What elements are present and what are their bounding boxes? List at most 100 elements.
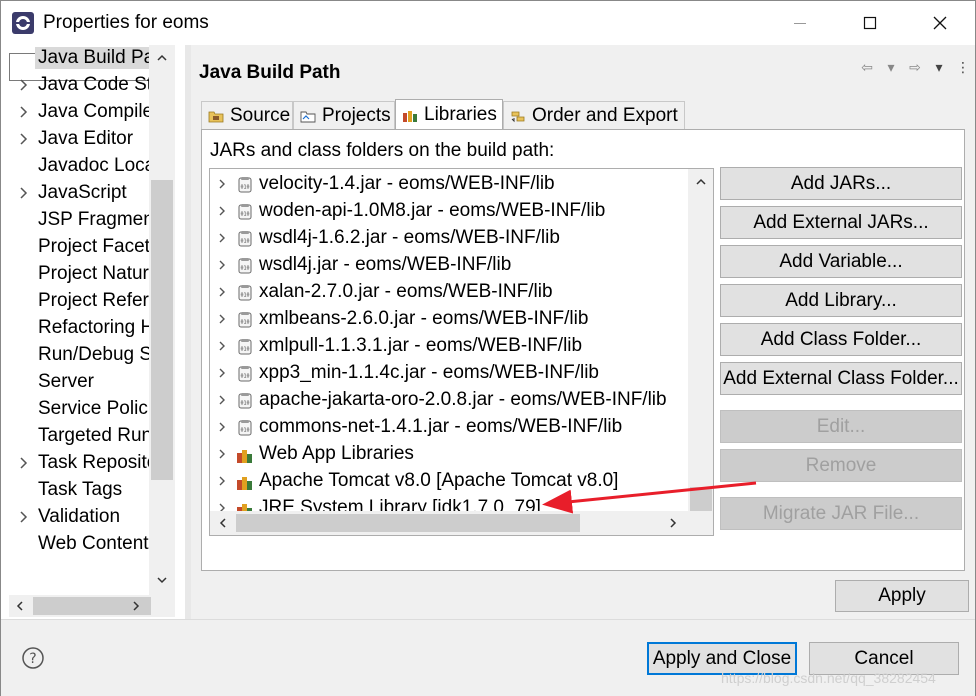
title-bar: Properties for eoms bbox=[1, 1, 975, 45]
sidebar-item[interactable]: Validation bbox=[9, 504, 151, 531]
entry-label: xmlpull-1.1.3.1.jar - eoms/WEB-INF/lib bbox=[259, 335, 583, 356]
close-icon bbox=[933, 16, 947, 30]
tab-projects[interactable]: Projects bbox=[293, 101, 395, 129]
jar-entry[interactable]: 010 apache-jakarta-oro-2.0.8.jar - eoms/W… bbox=[210, 387, 688, 414]
help-icon[interactable]: ? bbox=[21, 646, 45, 670]
scrollbar-thumb[interactable] bbox=[690, 487, 712, 511]
apply-button[interactable]: Apply bbox=[835, 580, 969, 612]
jar-entry[interactable]: 010 xmlpull-1.1.3.1.jar - eoms/WEB-INF/li… bbox=[210, 333, 688, 360]
jar-entry[interactable]: 010 xpp3_min-1.1.4c.jar - eoms/WEB-INF/li… bbox=[210, 360, 688, 387]
chevron-right-icon[interactable] bbox=[17, 456, 31, 470]
sidebar-item[interactable]: Javadoc Location bbox=[9, 153, 151, 180]
splitter-sash[interactable] bbox=[185, 45, 191, 619]
jar-entry[interactable]: 010 wsdl4j-1.6.2.jar - eoms/WEB-INF/lib bbox=[210, 225, 688, 252]
chevron-right-icon[interactable] bbox=[17, 105, 31, 119]
chevron-right-icon[interactable] bbox=[216, 475, 228, 487]
minimize-button[interactable] bbox=[765, 1, 835, 45]
libraries-horizontal-scrollbar[interactable] bbox=[210, 511, 688, 535]
sidebar-item[interactable]: Task Repository bbox=[9, 450, 151, 477]
sidebar-item[interactable]: Server bbox=[9, 369, 151, 396]
scrollbar-thumb[interactable] bbox=[236, 514, 580, 532]
chevron-right-icon[interactable] bbox=[216, 286, 228, 298]
sidebar-item-label: JavaScript bbox=[38, 182, 127, 203]
sidebar-item[interactable]: Task Tags bbox=[9, 477, 151, 504]
chevron-up-icon[interactable] bbox=[151, 47, 173, 69]
library-entry[interactable]: Web App Libraries bbox=[210, 441, 688, 468]
chevron-right-icon[interactable] bbox=[216, 394, 228, 406]
add-external-jars-button[interactable]: Add External JARs... bbox=[720, 206, 962, 239]
chevron-right-icon[interactable] bbox=[216, 340, 228, 352]
jar-entry[interactable]: 010 velocity-1.4.jar - eoms/WEB-INF/lib bbox=[210, 171, 688, 198]
chevron-right-icon[interactable] bbox=[216, 421, 228, 433]
add-library-button[interactable]: Add Library... bbox=[720, 284, 962, 317]
libraries-vertical-scrollbar[interactable] bbox=[688, 169, 713, 528]
chevron-right-icon[interactable] bbox=[125, 595, 147, 617]
sidebar-item[interactable]: Java Editor bbox=[9, 126, 151, 153]
add-class-folder-button[interactable]: Add Class Folder... bbox=[720, 323, 962, 356]
sidebar-item[interactable]: Web Content Settings bbox=[9, 531, 151, 558]
remove-button[interactable]: Remove bbox=[720, 449, 962, 482]
chevron-right-icon[interactable] bbox=[17, 510, 31, 524]
sidebar-item-label: Project Facets bbox=[38, 236, 151, 257]
entry-label: apache-jakarta-oro-2.0.8.jar - eoms/WEB-… bbox=[259, 389, 667, 410]
sidebar-item[interactable]: JSP Fragment bbox=[9, 207, 151, 234]
maximize-button[interactable] bbox=[835, 1, 905, 45]
tab-libraries[interactable]: Libraries bbox=[395, 99, 503, 129]
chevron-right-icon[interactable] bbox=[216, 178, 228, 190]
sidebar-item[interactable]: Run/Debug Settings bbox=[9, 342, 151, 369]
migrate-jar-file-button[interactable]: Migrate JAR File... bbox=[720, 497, 962, 530]
jar-entry[interactable]: 010 woden-api-1.0M8.jar - eoms/WEB-INF/li… bbox=[210, 198, 688, 225]
chevron-up-icon[interactable] bbox=[690, 171, 712, 193]
sidebar-vertical-scrollbar[interactable] bbox=[149, 45, 175, 595]
chevron-right-icon[interactable] bbox=[216, 448, 228, 460]
sidebar-item[interactable]: JavaScript bbox=[9, 180, 151, 207]
chevron-right-icon[interactable] bbox=[17, 186, 31, 200]
chevron-right-icon[interactable] bbox=[216, 205, 228, 217]
sidebar-item-label: Run/Debug Settings bbox=[38, 344, 151, 365]
sidebar-item[interactable]: Java Build Path bbox=[9, 45, 151, 72]
tab-order-and-export[interactable]: Order and Export bbox=[503, 101, 685, 129]
add-external-class-folder-button[interactable]: Add External Class Folder... bbox=[720, 362, 962, 395]
jar-entry[interactable]: 010 xmlbeans-2.6.0.jar - eoms/WEB-INF/lib bbox=[210, 306, 688, 333]
tab-source[interactable]: Source bbox=[201, 101, 293, 129]
tab-label: Libraries bbox=[424, 103, 497, 125]
sidebar-item[interactable]: Refactoring History bbox=[9, 315, 151, 342]
chevron-right-icon[interactable] bbox=[662, 512, 684, 534]
sidebar-item[interactable]: Targeted Runtimes bbox=[9, 423, 151, 450]
chevron-right-icon[interactable] bbox=[216, 259, 228, 271]
add-variable-button[interactable]: Add Variable... bbox=[720, 245, 962, 278]
sidebar-item[interactable]: Service Policies bbox=[9, 396, 151, 423]
scrollbar-thumb[interactable] bbox=[151, 180, 173, 480]
sidebar-item[interactable]: Project Natures bbox=[9, 261, 151, 288]
forward-arrow-icon[interactable]: ⇨ bbox=[905, 57, 925, 77]
sidebar-item[interactable]: Project Facets bbox=[9, 234, 151, 261]
sidebar-horizontal-scrollbar[interactable] bbox=[9, 595, 175, 617]
jar-entry[interactable]: 010 wsdl4j.jar - eoms/WEB-INF/lib bbox=[210, 252, 688, 279]
dialog-footer: ? Apply and Close Cancel https://blog.cs… bbox=[1, 619, 975, 696]
jar-entry[interactable]: 010 commons-net-1.4.1.jar - eoms/WEB-INF/… bbox=[210, 414, 688, 441]
back-arrow-icon[interactable]: ⇦ bbox=[857, 57, 877, 77]
library-icon bbox=[237, 477, 252, 490]
view-menu-icon[interactable]: ⋮ bbox=[953, 57, 973, 77]
library-entry[interactable]: Apache Tomcat v8.0 [Apache Tomcat v8.0] bbox=[210, 468, 688, 495]
back-menu-chevron-down-icon[interactable]: ▾ bbox=[881, 57, 901, 77]
add-jars-button[interactable]: Add JARs... bbox=[720, 167, 962, 200]
sidebar-item[interactable]: Project References bbox=[9, 288, 151, 315]
chevron-left-icon[interactable] bbox=[9, 595, 31, 617]
chevron-right-icon[interactable] bbox=[17, 78, 31, 92]
close-button[interactable] bbox=[905, 1, 975, 45]
jar-entry[interactable]: 010 xalan-2.7.0.jar - eoms/WEB-INF/lib bbox=[210, 279, 688, 306]
chevron-left-icon[interactable] bbox=[212, 512, 234, 534]
chevron-right-icon[interactable] bbox=[216, 232, 228, 244]
sidebar-item-label: Java Compiler bbox=[38, 101, 151, 122]
edit-button[interactable]: Edit... bbox=[720, 410, 962, 443]
forward-menu-chevron-down-icon[interactable]: ▾ bbox=[929, 57, 949, 77]
sidebar-item[interactable]: Java Code Style bbox=[9, 72, 151, 99]
chevron-right-icon[interactable] bbox=[17, 132, 31, 146]
chevron-right-icon[interactable] bbox=[216, 367, 228, 379]
chevron-down-icon[interactable] bbox=[151, 569, 173, 591]
chevron-right-icon[interactable] bbox=[216, 313, 228, 325]
sidebar-item-label: Java Editor bbox=[38, 128, 134, 149]
entry-label: xpp3_min-1.1.4c.jar - eoms/WEB-INF/lib bbox=[259, 362, 599, 383]
sidebar-item[interactable]: Java Compiler bbox=[9, 99, 151, 126]
